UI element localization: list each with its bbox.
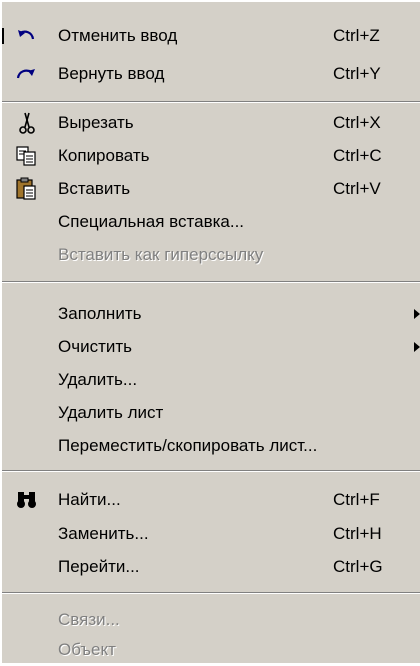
- submenu-arrow-icon: [414, 309, 420, 319]
- menu-item-paste-special[interactable]: Специальная вставка...: [2, 206, 420, 238]
- menu-item-label: Копировать: [58, 146, 150, 165]
- shortcut-label: Ctrl+H: [333, 524, 382, 543]
- menu-item-label: Вставить как гиперссылку: [58, 245, 264, 264]
- menu-item-clear[interactable]: Очистить: [2, 331, 420, 363]
- menu-item-goto[interactable]: Перейти... Ctrl+G: [2, 551, 420, 583]
- shortcut-label: Ctrl+C: [333, 146, 382, 165]
- menu-item-replace[interactable]: Заменить... Ctrl+H: [2, 518, 420, 550]
- menu-separator: [2, 470, 420, 472]
- menu-separator: [2, 281, 420, 283]
- copy-icon: [14, 143, 40, 169]
- binoculars-icon: [14, 487, 40, 513]
- menu-item-label: Заполнить: [58, 304, 142, 323]
- menu-separator: [2, 592, 420, 594]
- menu-separator: [2, 101, 420, 103]
- shortcut-label: Ctrl+G: [333, 557, 383, 576]
- menu-item-links: Связи...: [2, 604, 420, 636]
- menu-item-redo[interactable]: Вернуть ввод Ctrl+Y: [2, 58, 420, 90]
- menu-item-label: Объект: [58, 640, 116, 659]
- menu-item-fill[interactable]: Заполнить: [2, 298, 420, 330]
- menu-item-label: Заменить...: [58, 524, 149, 543]
- edit-menu: Отменить ввод Ctrl+Z Вернуть ввод Ctrl+Y…: [0, 0, 420, 663]
- menu-item-label: Перейти...: [58, 557, 140, 576]
- menu-item-paste[interactable]: Вставить Ctrl+V: [2, 173, 420, 205]
- menu-item-label: Переместить/скопировать лист...: [58, 436, 318, 455]
- submenu-arrow-icon: [414, 342, 420, 352]
- menu-item-copy[interactable]: Копировать Ctrl+C: [2, 140, 420, 172]
- menu-item-find[interactable]: Найти... Ctrl+F: [2, 484, 420, 516]
- menu-item-label: Специальная вставка...: [58, 212, 245, 231]
- menu-item-label: Связи...: [58, 610, 120, 629]
- menu-item-label: Вырезать: [58, 113, 134, 132]
- shortcut-label: Ctrl+F: [333, 490, 380, 509]
- undo-icon: [14, 23, 40, 49]
- redo-icon: [14, 61, 40, 87]
- shortcut-label: Ctrl+Z: [333, 26, 380, 45]
- menu-item-object: Объект: [2, 634, 420, 666]
- menu-item-paste-as-hyperlink: Вставить как гиперссылку: [2, 239, 420, 271]
- shortcut-label: Ctrl+Y: [333, 64, 381, 83]
- menu-item-label: Удалить...: [58, 370, 138, 389]
- shortcut-label: Ctrl+X: [333, 113, 381, 132]
- menu-item-label: Найти...: [58, 490, 121, 509]
- menu-item-label: Вернуть ввод: [58, 64, 165, 83]
- paste-icon: [14, 176, 40, 202]
- shortcut-label: Ctrl+V: [333, 179, 381, 198]
- menu-item-label: Отменить ввод: [58, 26, 178, 45]
- menu-item-label: Удалить лист: [58, 403, 164, 422]
- menu-item-cut[interactable]: Вырезать Ctrl+X: [2, 107, 420, 139]
- menu-item-label: Очистить: [58, 337, 133, 356]
- menu-item-delete[interactable]: Удалить...: [2, 364, 420, 396]
- menu-item-move-copy-sheet[interactable]: Переместить/скопировать лист...: [2, 430, 420, 462]
- scissors-icon: [14, 110, 40, 136]
- menu-item-delete-sheet[interactable]: Удалить лист: [2, 397, 420, 429]
- menu-item-undo[interactable]: Отменить ввод Ctrl+Z: [2, 20, 420, 52]
- menu-item-label: Вставить: [58, 179, 131, 198]
